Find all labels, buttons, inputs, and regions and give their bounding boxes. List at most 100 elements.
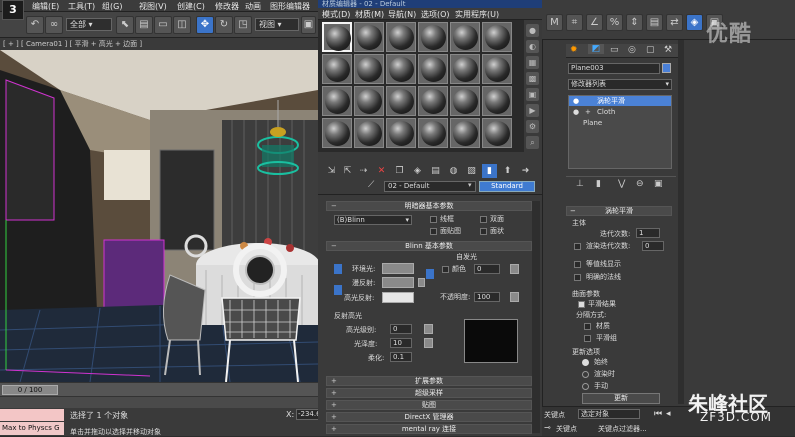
material-editor-icon[interactable]: ◈ [686, 14, 703, 31]
video-color-check-icon[interactable]: ▣ [526, 88, 539, 101]
maxscript-listener-mini[interactable] [0, 409, 64, 421]
material-sample-slot[interactable] [322, 54, 352, 84]
maxscript-output[interactable]: Max to Physcs G [0, 422, 64, 435]
utilities-tab-icon[interactable]: ⚒ [664, 45, 672, 55]
update-button[interactable]: 更新 [582, 393, 660, 404]
opacity-map-button[interactable] [510, 292, 519, 302]
modifier-list-dropdown[interactable]: 修改器列表 ▾ [568, 79, 672, 90]
explicit-normals-checkbox[interactable] [574, 274, 581, 281]
menu-animation[interactable]: 动画 [245, 1, 261, 12]
material-sample-slot[interactable] [386, 22, 416, 52]
auto-key-label[interactable]: 关键点 [544, 410, 565, 420]
material-sample-slot[interactable] [450, 22, 480, 52]
snap-icon[interactable]: ⌗ [566, 14, 583, 31]
me-menu-options[interactable]: 选项(O) [421, 9, 450, 20]
go-to-start-icon[interactable]: ⏮ [654, 409, 662, 419]
sample-type-icon[interactable]: ● [526, 24, 539, 37]
maps-rollout[interactable]: + 贴图 [326, 400, 532, 410]
set-key-label[interactable]: 关键点 [556, 424, 577, 434]
remove-modifier-icon[interactable]: ⊖ [636, 179, 644, 189]
self-illum-map-button[interactable] [510, 264, 519, 274]
assign-to-selection-icon[interactable]: ⇢ [356, 164, 371, 178]
parameters-scrollbar[interactable] [532, 201, 540, 433]
material-sample-slot[interactable] [418, 118, 448, 148]
get-material-icon[interactable]: ⇲ [324, 164, 339, 178]
make-unique-icon[interactable]: ◈ [410, 164, 425, 178]
material-sample-slot[interactable] [354, 86, 384, 116]
select-object-icon[interactable]: ⬉ [116, 16, 134, 34]
select-by-name-icon[interactable]: ▤ [135, 16, 153, 34]
specular-color-swatch[interactable] [382, 292, 414, 303]
lock-diffuse-specular-icon[interactable] [334, 285, 342, 295]
spinner-snap-icon[interactable]: ⇕ [626, 14, 643, 31]
make-unique-icon[interactable]: ⋁ [618, 179, 625, 189]
menu-graph-editors[interactable]: 图形编辑器 [270, 1, 310, 12]
mirror-icon[interactable]: ⇄ [666, 14, 683, 31]
make-copy-icon[interactable]: ❐ [392, 164, 407, 178]
material-sample-slot[interactable] [354, 54, 384, 84]
lock-diffuse-map-icon[interactable] [426, 269, 434, 279]
face-map-checkbox[interactable] [430, 228, 437, 235]
directx-manager-rollout[interactable]: + DirectX 管理器 [326, 412, 532, 422]
material-sample-slot[interactable] [418, 54, 448, 84]
pin-stack-icon[interactable]: ⊥ [576, 179, 584, 189]
material-sample-slot[interactable] [482, 54, 512, 84]
material-sample-slot[interactable] [482, 86, 512, 116]
menu-tools[interactable]: 工具(T) [68, 1, 95, 12]
go-to-parent-icon[interactable]: ⬆ [500, 164, 515, 178]
display-tab-icon[interactable]: ▢ [646, 45, 655, 55]
self-illum-color-checkbox[interactable] [442, 266, 449, 273]
spec-level-field[interactable]: 0 [390, 324, 412, 334]
set-key-icon[interactable]: ⊸ [544, 423, 551, 432]
select-and-move-icon[interactable]: ✥ [196, 16, 214, 34]
pick-material-icon[interactable]: ⟋ [368, 180, 374, 190]
iterations-field[interactable]: 1 [636, 228, 660, 238]
configure-modifier-sets-icon[interactable]: ▣ [654, 179, 663, 189]
show-end-result-icon[interactable]: ▮ [482, 164, 497, 178]
key-filters-button[interactable]: 关键点过滤器... [598, 424, 647, 434]
reference-coordinate-dropdown[interactable]: 视图 ▾ [255, 18, 299, 31]
smooth-result-checkbox[interactable] [578, 301, 585, 308]
previous-frame-icon[interactable]: ◂ [666, 409, 671, 419]
command-panel-scrollbar[interactable] [678, 40, 684, 404]
me-menu-modes[interactable]: 模式(D) [322, 9, 350, 20]
background-icon[interactable]: ▦ [526, 56, 539, 69]
extended-params-rollout[interactable]: + 扩展参数 [326, 376, 532, 386]
lock-ambient-diffuse-icon[interactable] [334, 264, 342, 274]
material-sample-slot[interactable] [482, 118, 512, 148]
material-sample-slot[interactable] [322, 22, 352, 52]
reset-material-icon[interactable]: ✕ [374, 164, 389, 178]
modify-tab-icon[interactable]: ◩ [588, 44, 604, 54]
update-when-rendering-radio[interactable] [582, 371, 589, 378]
stack-item-cloth[interactable]: ● + Cloth [569, 107, 671, 117]
material-sample-slot[interactable] [450, 54, 480, 84]
material-name-field[interactable]: 02 - Default [384, 181, 476, 192]
select-and-rotate-icon[interactable]: ↻ [215, 16, 233, 34]
material-sample-slot[interactable] [482, 22, 512, 52]
time-slider[interactable]: 0 / 100 [2, 385, 58, 395]
percent-snap-icon[interactable]: % [606, 14, 623, 31]
material-sample-slot[interactable] [386, 118, 416, 148]
options-icon[interactable]: ⚙ [526, 120, 539, 133]
select-and-scale-icon[interactable]: ◳ [234, 16, 252, 34]
me-menu-navigation[interactable]: 导航(N) [388, 9, 416, 20]
self-illum-value-field[interactable]: 0 [474, 264, 500, 274]
wire-checkbox[interactable] [430, 216, 437, 223]
render-iters-field[interactable]: 0 [642, 241, 664, 251]
menu-views[interactable]: 视图(V) [139, 1, 167, 12]
viewport-label[interactable]: [ + ] [ Camera01 ] [ 平滑 + 高光 + 边面 ] [0, 38, 318, 50]
material-sample-slot[interactable] [322, 86, 352, 116]
mental-ray-rollout[interactable]: + mental ray 连接 [326, 424, 532, 434]
hierarchy-tab-icon[interactable]: ▭ [610, 45, 619, 55]
material-sample-slot[interactable] [418, 22, 448, 52]
material-sample-slot[interactable] [386, 54, 416, 84]
shader-type-dropdown[interactable]: (B)Blinn ▾ [334, 215, 412, 225]
update-always-radio[interactable] [582, 359, 589, 366]
material-name-dropdown-icon[interactable]: ▾ [468, 181, 472, 189]
object-color-swatch[interactable] [662, 63, 671, 73]
make-preview-icon[interactable]: ▶ [526, 104, 539, 117]
me-menu-material[interactable]: 材质(M) [355, 9, 384, 20]
stack-item-turbosmooth[interactable]: ● 涡轮平滑 [569, 96, 671, 106]
render-iters-checkbox[interactable] [574, 243, 581, 250]
faceted-checkbox[interactable] [480, 228, 487, 235]
